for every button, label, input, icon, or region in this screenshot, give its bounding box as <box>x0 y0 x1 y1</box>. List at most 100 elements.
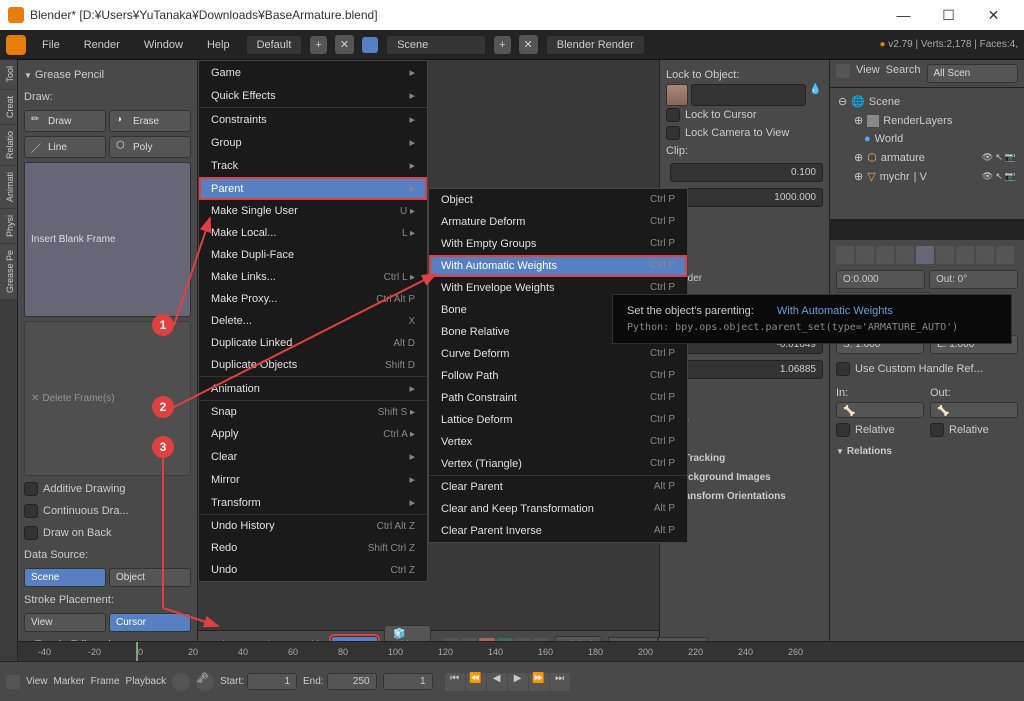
scene-selector[interactable]: Scene <box>386 35 486 55</box>
eye-icon-2[interactable]: 👁 <box>982 171 993 182</box>
insert-blank-frame-button[interactable]: Insert Blank Frame <box>24 162 191 317</box>
tab-create[interactable]: Creat <box>0 90 17 124</box>
parent-submenu-item[interactable]: Lattice DeformCtrl P <box>429 409 687 431</box>
prop-tab-object[interactable] <box>916 246 934 264</box>
keyframe-next-button[interactable]: ⏩ <box>529 673 549 691</box>
jump-start-button[interactable]: ⏮ <box>445 673 465 691</box>
o-field[interactable]: O:0.000 <box>836 270 925 289</box>
outliner-renderlayers[interactable]: ⊕ RenderLayers <box>834 111 1020 130</box>
outliner-search-menu[interactable]: Search <box>886 64 921 83</box>
menu-help[interactable]: Help <box>199 35 238 55</box>
tab-physics[interactable]: Physi <box>0 209 17 243</box>
stroke-cursor-button[interactable]: Cursor <box>109 613 191 632</box>
prop-tab-bone[interactable] <box>996 246 1014 264</box>
object-menu-item[interactable]: Make Single UserU ▸ <box>199 200 427 222</box>
timeline-marker-menu[interactable]: Marker <box>54 676 85 687</box>
parent-submenu-item[interactable]: Vertex (Triangle)Ctrl P <box>429 453 687 475</box>
parent-submenu-item[interactable]: Clear Parent InverseAlt P <box>429 520 687 542</box>
outliner-view-menu[interactable]: View <box>856 64 880 83</box>
camera-render-icon[interactable]: 📷 <box>1005 152 1016 163</box>
camera-render-icon-2[interactable]: 📷 <box>1005 171 1016 182</box>
custom-handle-checkbox[interactable] <box>836 362 850 376</box>
parent-submenu-item[interactable]: Follow PathCtrl P <box>429 365 687 387</box>
cursor-icon-2[interactable]: ↖ <box>995 171 1003 182</box>
timeline-view-menu[interactable]: View <box>26 676 48 687</box>
object-menu-item[interactable]: Make Links...Ctrl L ▸ <box>199 266 427 288</box>
outliner-scene[interactable]: ⊖ 🌐 Scene <box>834 92 1020 111</box>
eye-icon[interactable]: 👁 <box>982 152 993 163</box>
parent-submenu-item[interactable]: With Automatic WeightsCtrl P <box>429 255 687 277</box>
object-menu-item[interactable]: Delete...X <box>199 310 427 332</box>
object-menu-item[interactable]: Clear▸ <box>199 445 427 468</box>
object-menu-item[interactable]: Constraints▸ <box>199 108 427 131</box>
object-menu-item[interactable]: Duplicate ObjectsShift D <box>199 354 427 377</box>
delete-scene-button[interactable]: ✕ <box>519 35 538 54</box>
playhead[interactable] <box>136 642 138 662</box>
add-scene-button[interactable]: + <box>494 36 510 54</box>
grease-pencil-header[interactable]: Grease Pencil <box>24 66 191 84</box>
parent-submenu-item[interactable]: Clear and Keep TransformationAlt P <box>429 498 687 520</box>
object-menu-item[interactable]: UndoCtrl Z <box>199 559 427 581</box>
object-menu-item[interactable]: Mirror▸ <box>199 468 427 491</box>
jump-end-button[interactable]: ⏭ <box>550 673 570 691</box>
autokey-icon[interactable]: 🗝 <box>196 673 214 691</box>
object-menu-item[interactable]: Make Local...L ▸ <box>199 222 427 244</box>
outliner-display-mode[interactable]: All Scen <box>927 64 1018 83</box>
menu-render[interactable]: Render <box>76 35 128 55</box>
delete-layout-button[interactable]: ✕ <box>335 35 354 54</box>
draw-button[interactable]: ✏Draw <box>24 110 106 132</box>
prop-tab-world[interactable] <box>896 246 914 264</box>
current-frame-field[interactable]: 1 <box>383 673 433 690</box>
lock-camera-checkbox[interactable] <box>666 126 680 140</box>
continuous-checkbox[interactable] <box>24 504 38 518</box>
parent-submenu-item[interactable]: ObjectCtrl P <box>429 189 687 211</box>
object-menu-item[interactable]: Transform▸ <box>199 491 427 515</box>
cursor-icon[interactable]: ↖ <box>995 152 1003 163</box>
object-menu-item[interactable]: Group▸ <box>199 131 427 154</box>
out-bone-field[interactable]: 🦴 <box>930 402 1018 418</box>
menu-window[interactable]: Window <box>136 35 191 55</box>
eyedropper-icon[interactable]: 💧 <box>809 84 823 106</box>
object-menu-item[interactable]: RedoShift Ctrl Z <box>199 537 427 559</box>
object-menu-item[interactable]: Game▸ <box>199 61 427 84</box>
object-menu-item[interactable]: Undo HistoryCtrl Alt Z <box>199 515 427 537</box>
timeline-editor-icon[interactable] <box>6 675 20 689</box>
menu-file[interactable]: File <box>34 35 68 55</box>
erase-button[interactable]: ◑Erase <box>109 110 191 132</box>
prop-tab-constraints[interactable] <box>936 246 954 264</box>
keyframe-prev-button[interactable]: ⏪ <box>466 673 486 691</box>
object-menu-item[interactable]: Animation▸ <box>199 377 427 401</box>
parent-submenu-item[interactable]: VertexCtrl P <box>429 431 687 453</box>
sync-icon[interactable] <box>172 673 190 691</box>
object-menu-item[interactable]: Track▸ <box>199 154 427 177</box>
prop-tab-modifiers[interactable] <box>956 246 974 264</box>
minimize-button[interactable]: — <box>881 0 926 30</box>
out-deg-field[interactable]: Out: 0° <box>929 270 1018 289</box>
transform-orient-header[interactable]: Transform Orientations <box>666 487 823 506</box>
prop-tab-layers[interactable] <box>856 246 874 264</box>
lock-object-icon[interactable] <box>666 84 688 106</box>
outliner-mychr[interactable]: ⊕ ▽ mychr | V👁↖📷 <box>834 167 1020 186</box>
timeline-ruler[interactable]: -40-200204060801001201401601802002202402… <box>18 641 1024 661</box>
parent-submenu-item[interactable]: Clear ParentAlt P <box>429 476 687 498</box>
parent-submenu-item[interactable]: With Empty GroupsCtrl P <box>429 233 687 255</box>
timeline-frame-menu[interactable]: Frame <box>91 676 120 687</box>
tab-relations[interactable]: Relatio <box>0 125 17 165</box>
object-menu-item[interactable]: SnapShift S ▸ <box>199 401 427 423</box>
parent-submenu-item[interactable]: Armature DeformCtrl P <box>429 211 687 233</box>
timeline-playback-menu[interactable]: Playback <box>126 676 167 687</box>
tab-grease-pencil[interactable]: Grease Pe <box>0 244 17 299</box>
additive-checkbox[interactable] <box>24 482 38 496</box>
prop-tab-data[interactable] <box>976 246 994 264</box>
close-button[interactable]: ✕ <box>971 0 1016 30</box>
relative-a-checkbox[interactable] <box>836 423 850 437</box>
object-menu-item[interactable]: Make Dupli-Face <box>199 244 427 266</box>
clip-start-field[interactable]: 0.100 <box>670 163 823 182</box>
draw-on-back-checkbox[interactable] <box>24 526 38 540</box>
clip-end-field[interactable]: 1000.000 <box>670 188 823 207</box>
in-bone-field[interactable]: 🦴 <box>836 402 924 418</box>
num-field-3[interactable]: 1.06885 <box>670 360 823 379</box>
lock-object-field[interactable] <box>691 84 806 106</box>
data-source-object-button[interactable]: Object <box>109 568 191 587</box>
start-frame-field[interactable]: 1 <box>247 673 297 690</box>
